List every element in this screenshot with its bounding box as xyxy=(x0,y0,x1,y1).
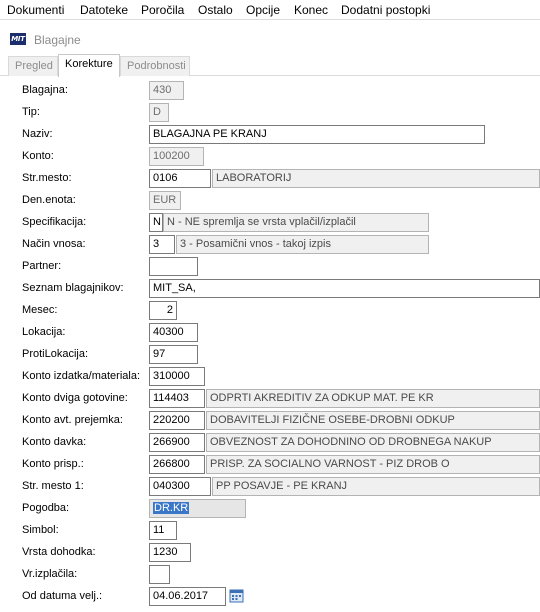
pogodba-selected-text: DR.KR xyxy=(153,502,190,514)
partner-label: Partner: xyxy=(22,260,62,272)
nacin-vnosa-label: Način vnosa: xyxy=(22,238,86,250)
od-datuma-label: Od datuma velj.: xyxy=(22,590,103,602)
row-mesec: Mesec: 2 xyxy=(0,301,540,321)
konto-field[interactable]: 100200 xyxy=(149,147,204,166)
row-konto-izdatka: Konto izdatka/materiala: 310000 xyxy=(0,367,540,387)
strmesto-field[interactable]: 0106 xyxy=(149,169,211,188)
partner-field[interactable] xyxy=(149,257,198,276)
konto-prisp-desc: PRISP. ZA SOCIALNO VARNOST - PIZ DROB O xyxy=(206,455,540,474)
protilokacija-field[interactable]: 97 xyxy=(149,345,198,364)
blagajna-field[interactable]: 430 xyxy=(149,81,184,100)
konto-avt-prejemka-desc: DOBAVITELJI FIZIČNE OSEBE-DROBNI ODKUP xyxy=(206,411,540,430)
row-lokacija: Lokacija: 40300 xyxy=(0,323,540,343)
denenota-field[interactable]: EUR xyxy=(149,191,181,210)
konto-dviga-field[interactable]: 114403 xyxy=(149,389,205,408)
row-konto-avt-prejemka: Konto avt. prejemka: 220200 DOBAVITELJI … xyxy=(0,411,540,431)
row-konto: Konto: 100200 xyxy=(0,147,540,167)
menu-bar: Dokumenti Datoteke Poročila Ostalo Opcij… xyxy=(0,0,540,20)
row-naziv: Naziv: BLAGAJNA PE KRANJ xyxy=(0,125,540,145)
konto-prisp-label: Konto prisp.: xyxy=(22,458,84,470)
vrsta-dohodka-field[interactable]: 1230 xyxy=(149,543,191,562)
tip-label: Tip: xyxy=(22,106,40,118)
row-konto-davka: Konto davka: 266900 OBVEZNOST ZA DOHODNI… xyxy=(0,433,540,453)
konto-avt-prejemka-field[interactable]: 220200 xyxy=(149,411,205,430)
row-specifikacija: Specifikacija: N N - NE spremlja se vrst… xyxy=(0,213,540,233)
pogodba-field[interactable]: DR.KR xyxy=(149,499,246,518)
mesec-label: Mesec: xyxy=(22,304,58,316)
specifikacija-desc: N - NE spremlja se vrsta vplačil/izplači… xyxy=(163,213,429,232)
simbol-field[interactable]: 11 xyxy=(149,521,177,540)
strmesto-label: Str.mesto: xyxy=(22,172,72,184)
konto-prisp-field[interactable]: 266800 xyxy=(149,455,205,474)
menu-ostalo[interactable]: Ostalo xyxy=(198,3,233,17)
row-protilokacija: ProtiLokacija: 97 xyxy=(0,345,540,365)
tab-strip: Pregled Korekture Podrobnosti xyxy=(0,54,540,77)
row-partner: Partner: xyxy=(0,257,540,277)
window-titlebar: MIT Blagajne xyxy=(0,27,540,51)
strmesto1-label: Str. mesto 1: xyxy=(22,480,84,492)
konto-davka-field[interactable]: 266900 xyxy=(149,433,205,452)
konto-davka-label: Konto davka: xyxy=(22,436,87,448)
menu-konec[interactable]: Konec xyxy=(294,3,328,17)
row-od-datuma: Od datuma velj.: 04.06.2017 xyxy=(0,587,540,607)
konto-dviga-desc: ODPRTI AKREDITIV ZA ODKUP MAT. PE KR xyxy=(206,389,540,408)
konto-avt-prejemka-label: Konto avt. prejemka: xyxy=(22,414,123,426)
row-simbol: Simbol: 11 xyxy=(0,521,540,541)
naziv-label: Naziv: xyxy=(22,128,53,140)
konto-davka-desc: OBVEZNOST ZA DOHODNINO OD DROBNEGA NAKUP xyxy=(206,433,540,452)
mit-logo: MIT xyxy=(10,33,26,45)
lokacija-field[interactable]: 40300 xyxy=(149,323,198,342)
strmesto1-field[interactable]: 040300 xyxy=(149,477,211,496)
row-pogodba: Pogodba: DR.KR xyxy=(0,499,540,519)
od-datuma-field[interactable]: 04.06.2017 xyxy=(149,587,226,606)
tip-field[interactable]: D xyxy=(149,103,169,122)
konto-izdatka-label: Konto izdatka/materiala: xyxy=(22,370,141,382)
tab-pregled[interactable]: Pregled xyxy=(8,56,58,76)
denenota-label: Den.enota: xyxy=(22,194,76,206)
seznam-blagajnikov-field[interactable]: MIT_SA, xyxy=(149,279,540,298)
row-seznam-blagajnikov: Seznam blagajnikov: MIT_SA, xyxy=(0,279,540,299)
row-vrsta-dohodka: Vrsta dohodka: 1230 xyxy=(0,543,540,563)
nacin-vnosa-field[interactable]: 3 xyxy=(149,235,175,254)
menu-porocila[interactable]: Poročila xyxy=(141,3,184,17)
konto-dviga-label: Konto dviga gotovine: xyxy=(22,392,128,404)
tab-podrobnosti[interactable]: Podrobnosti xyxy=(120,56,190,76)
konto-label: Konto: xyxy=(22,150,54,162)
simbol-label: Simbol: xyxy=(22,524,59,536)
menu-datoteke[interactable]: Datoteke xyxy=(80,3,128,17)
menu-dodatni-postopki[interactable]: Dodatni postopki xyxy=(341,3,430,17)
row-konto-dviga: Konto dviga gotovine: 114403 ODPRTI AKRE… xyxy=(0,389,540,409)
calendar-icon[interactable] xyxy=(229,588,244,603)
menu-dokumenti[interactable]: Dokumenti xyxy=(7,3,64,17)
row-nacin-vnosa: Način vnosa: 3 3 - Posamični vnos - tako… xyxy=(0,235,540,255)
window-title: Blagajne xyxy=(34,33,81,47)
konto-izdatka-field[interactable]: 310000 xyxy=(149,367,205,386)
vr-izplacila-label: Vr.izplačila: xyxy=(22,568,78,580)
menu-opcije[interactable]: Opcije xyxy=(246,3,280,17)
strmesto-desc: LABORATORIJ xyxy=(212,169,540,188)
vr-izplacila-field[interactable] xyxy=(149,565,170,584)
blagajna-label: Blagajna: xyxy=(22,84,68,96)
row-konto-prisp: Konto prisp.: 266800 PRISP. ZA SOCIALNO … xyxy=(0,455,540,475)
row-vr-izplacila: Vr.izplačila: xyxy=(0,565,540,585)
specifikacija-field[interactable]: N xyxy=(149,213,163,232)
specifikacija-label: Specifikacija: xyxy=(22,216,87,228)
naziv-field[interactable]: BLAGAJNA PE KRANJ xyxy=(149,125,485,144)
seznam-blagajnikov-label: Seznam blagajnikov: xyxy=(22,282,124,294)
vrsta-dohodka-label: Vrsta dohodka: xyxy=(22,546,96,558)
pogodba-label: Pogodba: xyxy=(22,502,70,514)
strmesto1-desc: PP POSAVJE - PE KRANJ xyxy=(212,477,540,496)
row-strmesto1: Str. mesto 1: 040300 PP POSAVJE - PE KRA… xyxy=(0,477,540,497)
row-strmesto: Str.mesto: 0106 LABORATORIJ xyxy=(0,169,540,189)
row-tip: Tip: D xyxy=(0,103,540,123)
row-denenota: Den.enota: EUR xyxy=(0,191,540,211)
row-blagajna: Blagajna: 430 xyxy=(0,81,540,101)
tab-korekture[interactable]: Korekture xyxy=(58,54,120,77)
protilokacija-label: ProtiLokacija: xyxy=(22,348,89,360)
lokacija-label: Lokacija: xyxy=(22,326,66,338)
nacin-vnosa-desc: 3 - Posamični vnos - takoj izpis xyxy=(176,235,429,254)
mesec-field[interactable]: 2 xyxy=(149,301,177,320)
